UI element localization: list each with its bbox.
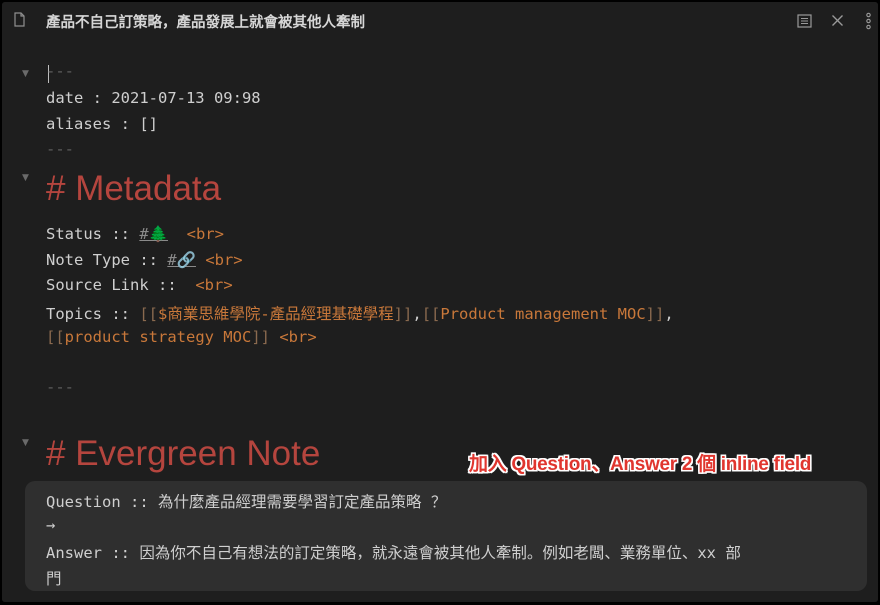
topic-link-1[interactable]: $商業思維學院-產品經理基礎學程 (158, 305, 394, 323)
link-open-bracket: [[ (421, 305, 441, 323)
answer-field: Answer :: 因為你不自己有想法的訂定策略，就永遠會被其他人牽制。例如老闆… (46, 541, 741, 563)
source-link-label: Source Link :: (46, 276, 186, 294)
br-tag: <br> (279, 328, 317, 346)
question-text: 為什麼產品經理需要學習訂定產品策略 ？ (157, 493, 447, 511)
title-bar: 產品不自己訂策略，產品發展上就會被其他人牽制 (2, 2, 878, 39)
status-field: Status :: #🌲 <br> (46, 225, 224, 243)
frontmatter-aliases: aliases : [] (46, 115, 158, 133)
note-window: 產品不自己訂策略，產品發展上就會被其他人牽制 ▼ --- date : 2021… (2, 2, 878, 602)
more-options-icon[interactable] (865, 12, 872, 30)
answer-text: 因為你不自己有想法的訂定策略，就永遠會被其他人牽制。例如老闆、業務單位、xx 部 (139, 544, 741, 562)
metadata-heading: # Metadata (46, 169, 222, 208)
separator: --- (46, 378, 74, 396)
status-label: Status :: (46, 225, 140, 243)
note-type-field: Note Type :: #🔗 <br> (46, 251, 243, 269)
fold-arrow[interactable]: ▼ (22, 173, 29, 183)
document-icon (14, 12, 25, 27)
answer-field-cont: 門 (46, 570, 62, 588)
source-link-field: Source Link :: <br> (46, 276, 233, 294)
close-icon[interactable] (831, 14, 844, 27)
status-tag[interactable]: #🌲 (139, 225, 168, 243)
note-type-tag[interactable]: #🔗 (167, 251, 196, 269)
frontmatter-close: --- (46, 140, 74, 158)
arrow-line: → (46, 516, 56, 534)
question-label: Question :: (46, 493, 158, 511)
evergreen-heading: # Evergreen Note (46, 434, 321, 473)
topic-link-2[interactable]: Product management MOC (440, 305, 645, 323)
frontmatter-open: --- (46, 62, 74, 80)
topics-field: Topics :: [[$商業思維學院-產品經理基礎學程]],[[Product… (46, 302, 674, 324)
answer-label: Answer :: (46, 544, 140, 562)
topics-label: Topics :: (46, 305, 140, 323)
topic-link-3[interactable]: product strategy MOC (65, 328, 252, 346)
br-tag: <br> (195, 276, 233, 294)
editor[interactable]: ▼ --- date : 2021-07-13 09:98 aliases : … (2, 39, 878, 602)
note-title: 產品不自己訂策略，產品發展上就會被其他人牽制 (46, 15, 365, 31)
annotation-label: 加入 Question、Answer 2 個 inline field (469, 454, 812, 475)
br-tag: <br> (205, 251, 243, 269)
link-close-bracket: ]] (251, 328, 270, 346)
comma: , (664, 305, 674, 323)
fold-arrow[interactable]: ▼ (22, 438, 29, 448)
br-tag: <br> (186, 225, 224, 243)
note-type-label: Note Type :: (46, 251, 168, 269)
link-open-bracket: [[ (139, 305, 158, 323)
topics-field-cont: [[product strategy MOC]] <br> (46, 328, 317, 346)
fold-arrow[interactable]: ▼ (22, 69, 29, 79)
frontmatter-date: date : 2021-07-13 09:98 (46, 89, 261, 107)
reading-view-icon[interactable] (797, 14, 812, 28)
link-close-bracket: ]] (393, 305, 413, 323)
link-open-bracket: [[ (46, 328, 65, 346)
question-field: Question :: 為什麼產品經理需要學習訂定產品策略 ？ (46, 490, 446, 512)
comma: , (412, 305, 422, 323)
link-close-bracket: ]] (645, 305, 665, 323)
